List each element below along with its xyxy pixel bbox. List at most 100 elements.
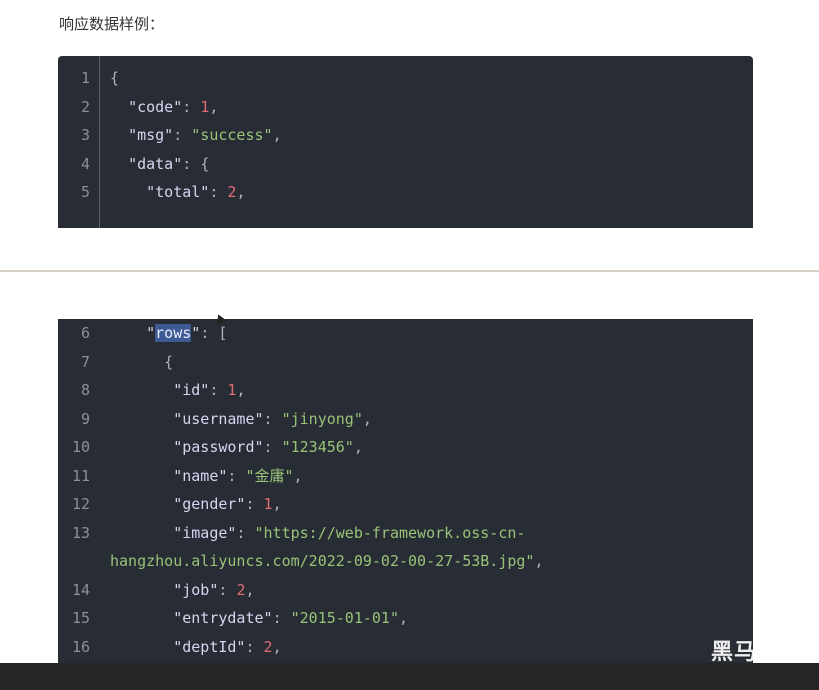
code-line: 14 "job": 2, [58, 576, 753, 604]
code-text: "total": 2, [110, 178, 245, 206]
code-punct: , [236, 183, 246, 201]
code-line: 4 "data": { [58, 150, 753, 178]
code-text: "gender": 1, [110, 490, 282, 518]
code-key: "total" [146, 183, 210, 201]
code-key: "job" [173, 580, 219, 599]
code-key: " [146, 324, 156, 342]
code-punct: , [272, 126, 282, 144]
code-punct: , [362, 409, 372, 428]
code-line: hangzhou.aliyuncs.com/2022-09-02-00-27-5… [58, 547, 753, 575]
code-text: "id": 1, [110, 376, 245, 404]
code-key: "gender" [173, 495, 246, 513]
code-line: 9 "username": "jinyong", [58, 405, 753, 433]
code-line: 8 "id": 1, [58, 376, 753, 404]
code-text: "entrydate": "2015-01-01", [110, 604, 408, 632]
code-punct: : [236, 523, 255, 542]
code-text: "deptId": 2, [110, 633, 282, 661]
code-punct: : [263, 409, 282, 428]
line-number: 10 [71, 438, 90, 456]
line-number: 6 [80, 324, 90, 342]
code-line: 3 "msg": "success", [58, 121, 753, 149]
code-line: 11 "name": "金庸", [58, 462, 753, 490]
code-line: 5 "total": 2, [58, 178, 753, 206]
code-key: " [191, 324, 201, 342]
line-number: 12 [71, 495, 90, 513]
code-punct: , [236, 381, 246, 399]
code-line: 7 { [58, 348, 753, 376]
code-punct: : [173, 126, 192, 144]
code-text: "data": { [110, 150, 209, 178]
watermark-logo: 黑马程序 [711, 640, 804, 665]
code-key: "deptId" [173, 637, 246, 656]
code-value: 2 [263, 637, 273, 656]
code-line: 16 "deptId": 2, [58, 633, 753, 661]
line-number: 11 [71, 466, 90, 485]
code-text: "job": 2, [110, 576, 255, 604]
code-key: "data" [128, 154, 183, 173]
code-punct: , [245, 580, 255, 599]
code-key: "image" [173, 523, 237, 542]
code-punct: : [200, 324, 219, 342]
line-number: 9 [80, 409, 90, 428]
code-block-bottom: 6 "rows": [7 {8 "id": 1, 9 "username": "j… [58, 319, 753, 663]
code-block-top: 1{2 "code": 1, 3 "msg": "success", 4 "data… [58, 56, 753, 228]
code-text: "name": "金庸", [110, 462, 303, 490]
line-number: 16 [71, 637, 90, 656]
code-line: 13 "image": "https://web-framework.oss-c… [58, 519, 753, 547]
code-punct: { [110, 69, 120, 87]
code-key: "code" [128, 97, 183, 116]
code-punct: , [209, 97, 219, 116]
line-number: 14 [71, 580, 90, 599]
code-punct: , [272, 495, 282, 513]
section-heading: 响应数据样例： [59, 15, 165, 33]
code-punct: , [272, 637, 282, 656]
code-punct: : [182, 97, 201, 116]
code-punct: : [272, 609, 291, 627]
line-number: 13 [71, 523, 90, 542]
code-text: "password": "123456", [110, 433, 363, 461]
line-number: 7 [80, 352, 90, 371]
code-punct: , [293, 466, 303, 485]
code-line: 10 "password": "123456", [58, 433, 753, 461]
code-value: [ [218, 324, 228, 342]
code-value: 1 [263, 495, 273, 513]
code-line: 6 "rows": [ [58, 319, 753, 347]
code-punct: : [182, 154, 201, 173]
code-key: "entrydate" [173, 609, 273, 627]
code-key: "password" [173, 438, 264, 456]
code-text: "image": "https://web-framework.oss-cn- [110, 519, 525, 547]
line-number: 1 [80, 69, 90, 87]
code-text: { [110, 64, 119, 92]
taskbar [0, 663, 819, 690]
code-key: "username" [173, 409, 264, 428]
code-text: "username": "jinyong", [110, 405, 372, 433]
code-string: hangzhou.aliyuncs.com/2022-09-02-00-27-5… [110, 552, 535, 570]
code-punct: : [209, 381, 228, 399]
code-value: "success" [191, 126, 273, 144]
code-value: "https://web-framework.oss-cn- [254, 523, 526, 542]
code-line: 15 "entrydate": "2015-01-01", [58, 604, 753, 632]
code-punct: , [353, 438, 363, 456]
code-line: 2 "code": 1, [58, 93, 753, 121]
code-punct: : [245, 495, 264, 513]
selected-text: rows [155, 324, 192, 342]
code-text: hangzhou.aliyuncs.com/2022-09-02-00-27-5… [110, 547, 543, 575]
code-value: "123456" [281, 438, 354, 456]
code-line: 1{ [58, 64, 753, 92]
code-key: "id" [173, 381, 210, 399]
line-number: 3 [80, 126, 90, 144]
line-number: 2 [80, 97, 90, 116]
code-text: "msg": "success", [110, 121, 282, 149]
code-value: "金庸" [245, 466, 294, 485]
code-key: "name" [173, 466, 228, 485]
code-punct: : [245, 637, 264, 656]
code-line: 12 "gender": 1, [58, 490, 753, 518]
code-punct: : [227, 466, 246, 485]
line-number: 8 [80, 381, 90, 399]
code-punct: , [534, 552, 544, 570]
code-value: { [200, 154, 210, 173]
code-punct: : [218, 580, 237, 599]
line-number: 15 [71, 609, 90, 627]
line-number: 4 [80, 154, 90, 173]
code-text: "code": 1, [110, 93, 218, 121]
